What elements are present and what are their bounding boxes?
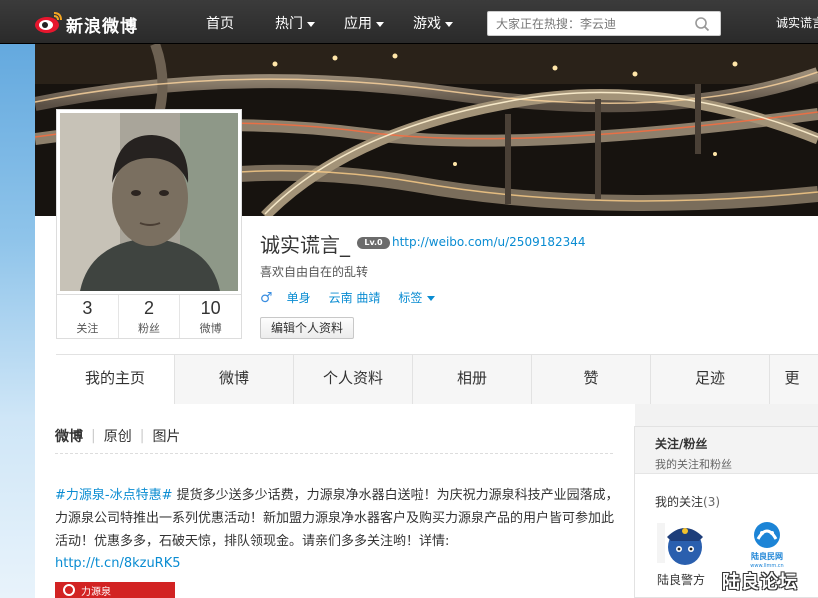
- tab-footprints[interactable]: 足迹: [651, 355, 770, 405]
- weibo-eye-icon: [35, 12, 62, 33]
- nav-item-label: 首页: [206, 16, 234, 32]
- stat-label: 粉丝: [138, 322, 160, 335]
- post-short-link[interactable]: http://t.cn/8kzuRK5: [55, 556, 181, 571]
- police-badge-icon: [655, 517, 707, 569]
- police-avatar: [655, 517, 707, 569]
- nav-item-home[interactable]: 首页: [206, 13, 234, 33]
- profile-tabs: 我的主页 微博 个人资料 相册 赞 足迹 更: [56, 354, 818, 405]
- follow-card[interactable]: 陆良警方: [651, 517, 711, 588]
- profile-url-link[interactable]: http://weibo.com/u/2509182344: [392, 235, 586, 249]
- follow-name: 陆良警方: [656, 573, 705, 587]
- profile-tags: ♂ 单身 云南 曲靖 标签: [260, 289, 436, 306]
- search-box: [487, 11, 721, 36]
- feed-panel: 微博 | 原创 | 图片 #力源泉-冰点特惠# 提货多少送多少话费，力源泉净水器…: [35, 404, 635, 598]
- follows-label: 我的关注: [655, 495, 704, 509]
- logo-caption: 陆良民网: [751, 551, 783, 561]
- forum-watermark: 陆良论坛: [722, 572, 798, 593]
- tab-profile-info[interactable]: 个人资料: [294, 355, 413, 405]
- subtab-divider: |: [139, 428, 145, 444]
- nav-item-hot[interactable]: 热门: [275, 13, 315, 33]
- chevron-down-icon: [427, 296, 436, 301]
- tab-likes[interactable]: 赞: [532, 355, 651, 405]
- nav-item-label: 应用: [344, 16, 372, 32]
- stat-number: 3: [82, 298, 93, 318]
- nav-item-apps[interactable]: 应用: [344, 13, 384, 33]
- chevron-down-icon: [445, 21, 453, 27]
- level-badge[interactable]: Lv.0: [357, 237, 390, 249]
- chevron-down-icon: [376, 21, 384, 27]
- stat-number: 2: [144, 298, 155, 318]
- post-thumbnail[interactable]: 力源泉: [55, 582, 175, 598]
- post-text: #力源泉-冰点特惠# 提货多少送多少话费，力源泉净水器白送啦！为庆祝力源泉科技产…: [55, 484, 620, 553]
- tab-album[interactable]: 相册: [413, 355, 532, 405]
- search-input[interactable]: [488, 12, 684, 35]
- chevron-down-icon: [307, 21, 315, 27]
- location-link[interactable]: 云南 曲靖: [329, 289, 381, 306]
- tab-weibo[interactable]: 微博: [175, 355, 294, 405]
- stat-following[interactable]: 3 关注: [57, 295, 119, 338]
- weibo-logo[interactable]: 新浪微博: [34, 8, 144, 37]
- stat-number: 10: [200, 298, 221, 318]
- llmm-avatar: 陆良民网 www.llmm.cn: [741, 517, 793, 569]
- tab-more[interactable]: 更: [770, 355, 814, 405]
- sidebar-title[interactable]: 关注/粉丝: [655, 435, 798, 452]
- subtab-weibo[interactable]: 微博: [55, 426, 83, 446]
- top-navigation-bar: 新浪微博 首页 热门 应用 游戏 诚实谎言: [0, 0, 818, 44]
- subtab-divider: |: [91, 428, 96, 444]
- my-follows-heading[interactable]: 我的关注(3): [655, 493, 720, 510]
- search-icon[interactable]: [694, 16, 710, 32]
- avatar-photo: [60, 113, 238, 291]
- nav-item-label: 游戏: [413, 16, 441, 32]
- sidebar-header: 关注/粉丝 我的关注和粉丝: [635, 427, 818, 474]
- avatar[interactable]: [60, 113, 238, 291]
- edit-profile-button[interactable]: 编辑个人资料: [260, 317, 355, 339]
- follow-card[interactable]: 陆良民网 www.llmm.cn: [737, 517, 797, 571]
- thumbnail-text: 力源泉: [81, 587, 111, 598]
- tags-label: 标签: [398, 291, 423, 305]
- relationship-link[interactable]: 单身: [287, 289, 311, 306]
- post-topic-link[interactable]: #力源泉-冰点特惠#: [55, 488, 172, 503]
- sidebar-subtitle: 我的关注和粉丝: [655, 458, 732, 471]
- subtab-images[interactable]: 图片: [152, 426, 180, 446]
- brand-logo-icon: [63, 584, 75, 596]
- stat-label: 微博: [199, 322, 222, 335]
- profile-bio: 喜欢自由自在的乱转: [260, 265, 369, 279]
- profile-nickname: 诚实谎言_: [260, 233, 350, 257]
- tags-dropdown[interactable]: 标签: [398, 289, 436, 306]
- nav-item-games[interactable]: 游戏: [413, 13, 453, 33]
- logo-text: 新浪微博: [66, 17, 138, 37]
- feed-subtabs: 微博 | 原创 | 图片: [55, 426, 180, 446]
- avatar-frame: [56, 109, 242, 295]
- male-icon: ♂: [260, 289, 273, 306]
- nav-user-name[interactable]: 诚实谎言: [776, 14, 818, 31]
- llmm-logo-icon: 陆良民网 www.llmm.cn: [741, 517, 793, 569]
- stat-label: 关注: [76, 322, 99, 335]
- follows-count: (3): [703, 495, 721, 509]
- profile-page: 3 关注 2 粉丝 10 微博 诚实谎言_ Lv.0 http://weibo.…: [35, 44, 818, 598]
- stat-followers[interactable]: 2 粉丝: [119, 295, 181, 338]
- feed-divider: [55, 453, 613, 454]
- stat-posts[interactable]: 10 微博: [180, 295, 241, 338]
- profile-stats: 3 关注 2 粉丝 10 微博: [56, 295, 242, 339]
- tab-my-home[interactable]: 我的主页: [56, 355, 175, 405]
- subtab-original[interactable]: 原创: [104, 426, 132, 446]
- nav-item-label: 热门: [275, 16, 303, 32]
